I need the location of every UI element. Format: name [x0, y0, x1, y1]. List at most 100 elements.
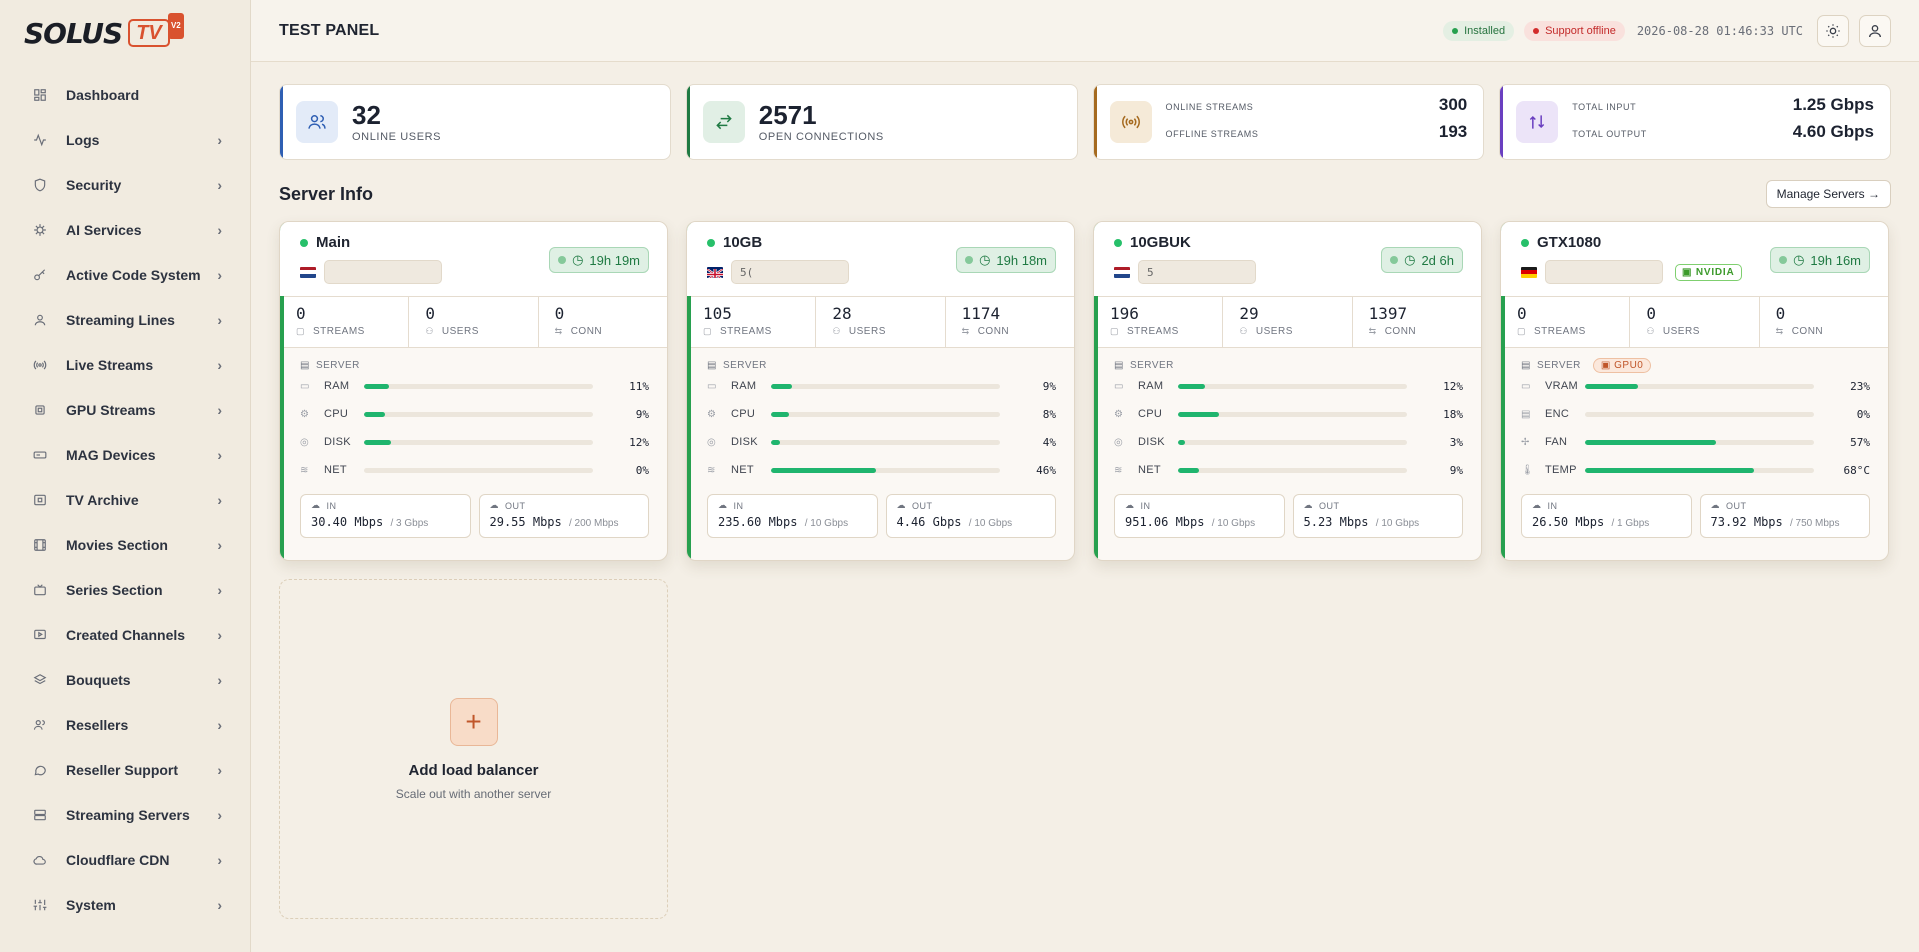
- open-connections-label: OPEN CONNECTIONS: [758, 131, 884, 143]
- server-card[interactable]: GTX1080 ▣ NVIDIA ◷ 19h 16m 0 ▢ STREAMS 0 ⚇ USERS 0…: [1500, 221, 1889, 561]
- status-dot: [1533, 27, 1540, 34]
- bar-label: CPU: [731, 408, 756, 420]
- bar-value: 12%: [1443, 379, 1463, 393]
- bar-value: 18%: [1443, 407, 1463, 421]
- server-metrics: 196 ▢ STREAMS 29 ⚇ USERS 1397 ⇆ CONN: [1094, 296, 1481, 348]
- io-capacity: / 3 Gbps: [390, 518, 429, 529]
- server-ip: 5: [1138, 260, 1256, 284]
- sidebar-item-tv-archive[interactable]: TV Archive ›: [0, 477, 250, 522]
- io-label-row: ☁ OUT: [1711, 500, 1860, 511]
- bar-track: [1178, 411, 1407, 417]
- topbar: TEST PANEL Installed Support offline 202…: [251, 0, 1919, 62]
- manage-servers-button[interactable]: Manage Servers →: [1765, 180, 1891, 208]
- cloud-upload-icon: ☁: [1710, 500, 1720, 510]
- metric-value: 1174: [961, 304, 1001, 323]
- net-icon: ≋: [707, 464, 716, 476]
- bar-track: [364, 439, 593, 445]
- sidebar-item-label: Created Channels: [66, 626, 186, 643]
- cpu-icon: [32, 222, 48, 238]
- theme-toggle-button[interactable]: [1817, 14, 1849, 47]
- enc-icon: ▤: [1521, 408, 1531, 420]
- online-status-dot: [1521, 238, 1529, 247]
- io-in-box: ☁ IN 235.60 Mbps / 10 Gbps: [707, 494, 878, 538]
- sidebar-item-reseller-support[interactable]: Reseller Support ›: [0, 747, 250, 792]
- metric-label-row: ⚇ USERS: [1239, 326, 1351, 337]
- sidebar-item-logs[interactable]: Logs ›: [0, 117, 250, 162]
- total-input-label: TOTAL INPUT: [1572, 102, 1637, 112]
- support-status-text: Support offline: [1545, 24, 1616, 37]
- sidebar-item-ai-services[interactable]: AI Services ›: [0, 207, 250, 252]
- sidebar-item-mag-devices[interactable]: MAG Devices ›: [0, 432, 250, 477]
- io-value: 26.50 Mbps: [1532, 515, 1605, 529]
- server-card[interactable]: 10GB 5(◷ 19h 18m 105 ▢ STREAMS 28 ⚇ USERS 1174 ⇆ CO…: [686, 221, 1075, 561]
- traffic-card: TOTAL INPUT 1.25 Gbps TOTAL OUTPUT 4.60 Gb…: [1499, 84, 1891, 160]
- sidebar-item-cloudflare-cdn[interactable]: Cloudflare CDN ›: [0, 837, 250, 882]
- metric-label: STREAMS: [1534, 326, 1586, 337]
- bar-track: [1585, 411, 1814, 417]
- sidebar-item-streaming-lines[interactable]: Streaming Lines ›: [0, 297, 250, 342]
- metric-users: 29 ⚇ USERS: [1223, 297, 1353, 347]
- sidebar-item-gpu-streams[interactable]: GPU Streams ›: [0, 387, 250, 432]
- sidebar-item-resellers[interactable]: Resellers ›: [0, 702, 250, 747]
- clock-icon: ◷: [1404, 252, 1416, 267]
- conn-icon: ⇆: [1775, 326, 1784, 336]
- io-label: IN: [326, 500, 337, 511]
- sliders-icon: [32, 897, 48, 913]
- streams-card: ONLINE STREAMS 300 OFFLINE STREAMS 193: [1092, 84, 1485, 160]
- sidebar-item-label: Streaming Servers: [66, 806, 190, 823]
- metric-users: 0 ⚇ USERS: [1630, 297, 1760, 347]
- metric-label: STREAMS: [313, 326, 365, 337]
- sidebar-item-active-code-system[interactable]: Active Code System ›: [0, 252, 250, 297]
- users-icon: ⚇: [832, 326, 841, 336]
- plus-icon[interactable]: +: [449, 697, 498, 746]
- users-icon: [32, 717, 48, 733]
- metric-value: 0: [1517, 304, 1527, 323]
- server-card[interactable]: Main ◷ 19h 19m 0 ▢ STREAMS 0 ⚇ USERS 0 ⇆ CONN ▤ SERVE…: [279, 221, 668, 561]
- clock-icon: ◷: [979, 252, 991, 267]
- sidebar-item-bouquets[interactable]: Bouquets ›: [0, 657, 250, 702]
- sidebar-item-label: Logs: [66, 131, 100, 148]
- streams-stat: ONLINE STREAMS 300 OFFLINE STREAMS 193: [1166, 95, 1468, 149]
- users-icon: ⚇: [1646, 326, 1655, 336]
- sidebar-item-created-channels[interactable]: Created Channels ›: [0, 612, 250, 657]
- bar-fill: [1178, 411, 1220, 417]
- bar-label: FAN: [1545, 436, 1568, 448]
- sidebar-item-system[interactable]: System ›: [0, 882, 250, 927]
- server-resources: ▤ SERVER ▭ RAM 12% ⚙ CPU 18% ◎ DISK 3% ≋ NET 9%: [1094, 348, 1481, 484]
- bar-value: 9%: [1042, 379, 1056, 393]
- server-ip: 5(: [731, 260, 849, 284]
- conn-icon: ⇆: [554, 326, 563, 336]
- total-input-value: 1.25 Gbps: [1792, 95, 1874, 114]
- sidebar-item-security[interactable]: Security ›: [0, 162, 250, 207]
- io-label-row: ☁ OUT: [490, 500, 639, 511]
- metric-label: CONN: [570, 326, 603, 337]
- sidebar-item-series-section[interactable]: Series Section ›: [0, 567, 250, 612]
- usage-bar-ram: ▭ RAM 12%: [1114, 372, 1463, 400]
- sidebar-item-live-streams[interactable]: Live Streams ›: [0, 342, 250, 387]
- resources-label-row: ▤ SERVER ▣ GPU0: [1521, 357, 1870, 373]
- logo[interactable]: SOLUS TV V2: [0, 0, 250, 66]
- add-load-balancer-card[interactable]: + Add load balancer Scale out with anoth…: [279, 579, 668, 919]
- bar-value: 3%: [1449, 435, 1463, 449]
- offline-streams-label: OFFLINE STREAMS: [1165, 129, 1259, 139]
- total-output-label: TOTAL OUTPUT: [1572, 129, 1647, 139]
- server-metrics: 0 ▢ STREAMS 0 ⚇ USERS 0 ⇆ CONN: [1501, 296, 1888, 348]
- sidebar-item-streaming-servers[interactable]: Streaming Servers ›: [0, 792, 250, 837]
- chevron-right-icon: ›: [217, 266, 222, 283]
- uptime-badge: ◷ 19h 19m: [549, 247, 649, 273]
- sidebar-item-dashboard[interactable]: Dashboard: [0, 72, 250, 117]
- server-card[interactable]: 10GBUK 5 ◷ 2d 6h 196 ▢ STREAMS 29 ⚇ USERS 1397 ⇆ CON…: [1093, 221, 1482, 561]
- metric-streams: 0 ▢ STREAMS: [1501, 297, 1631, 347]
- sidebar-item-movies-section[interactable]: Movies Section ›: [0, 522, 250, 567]
- streams-icon: ▢: [703, 326, 713, 336]
- bar-track: [1178, 383, 1407, 389]
- chevron-right-icon: ›: [217, 806, 222, 823]
- vram-icon: ▭: [1521, 380, 1531, 392]
- streams-icon: ▢: [296, 326, 306, 336]
- metric-value: 1397: [1368, 304, 1408, 323]
- sidebar-item-label: Security: [66, 176, 122, 193]
- cpu-icon: ⚙: [300, 408, 309, 420]
- resources-label-row: ▤ SERVER: [1114, 358, 1463, 372]
- sidebar: SOLUS TV V2 Dashboard Logs › Security › AI Ser…: [0, 0, 251, 952]
- user-menu-button[interactable]: [1859, 14, 1891, 47]
